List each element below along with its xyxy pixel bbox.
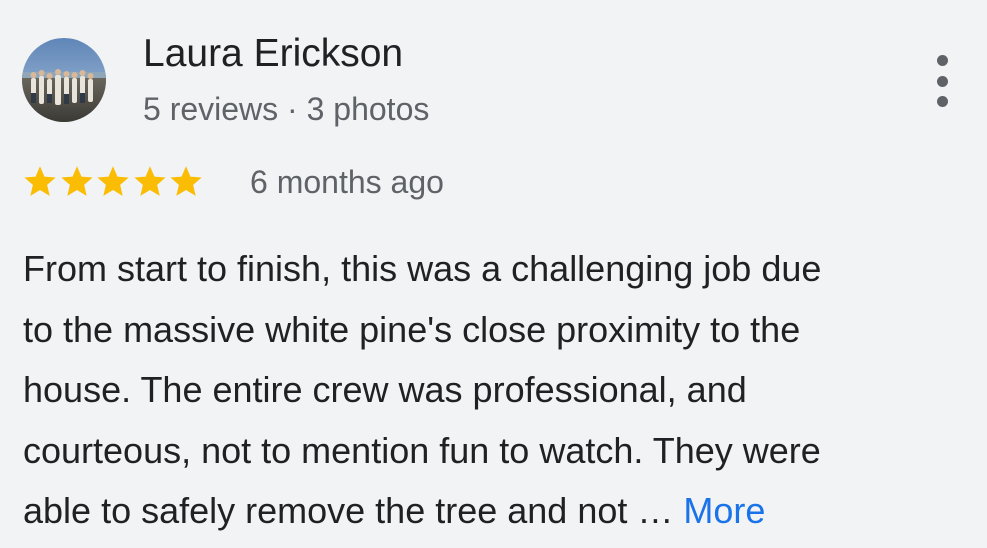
- star-icon: [60, 166, 93, 196]
- review-text-line: house. The entire crew was professional,…: [23, 369, 747, 410]
- star-rating: [22, 161, 205, 201]
- more-link[interactable]: More: [683, 490, 765, 531]
- more-vert-icon: [936, 75, 948, 87]
- review-text-line: courteous, not to mention fun to watch. …: [23, 429, 821, 471]
- avatar-photo: [22, 38, 106, 122]
- reviewer-name[interactable]: Laura Erickson: [143, 30, 403, 78]
- star-icon: [133, 166, 166, 196]
- more-vert-icon: [936, 96, 948, 107]
- review-text-line: From start to finish, this was a challen…: [23, 248, 822, 289]
- avatar[interactable]: [22, 38, 106, 122]
- review-text-line: to the massive white pine's close proxim…: [23, 308, 801, 350]
- review-date: 6 months ago: [250, 164, 444, 200]
- review-text-line-last: able to safely remove the tree and not ……: [23, 481, 983, 542]
- more-options-button[interactable]: [918, 50, 966, 112]
- review-card: Laura Erickson 5 reviews · 3 photos 6 mo…: [0, 0, 987, 548]
- star-icon: [97, 166, 129, 196]
- reviewer-stats: 5 reviews · 3 photos: [143, 91, 430, 127]
- star-icon: [24, 166, 56, 196]
- star-icon: [170, 166, 202, 196]
- review-text: From start to finish, this was a challen…: [23, 239, 983, 542]
- review-text-truncated: able to safely remove the tree and not …: [23, 490, 674, 531]
- more-vert-icon: [936, 55, 948, 66]
